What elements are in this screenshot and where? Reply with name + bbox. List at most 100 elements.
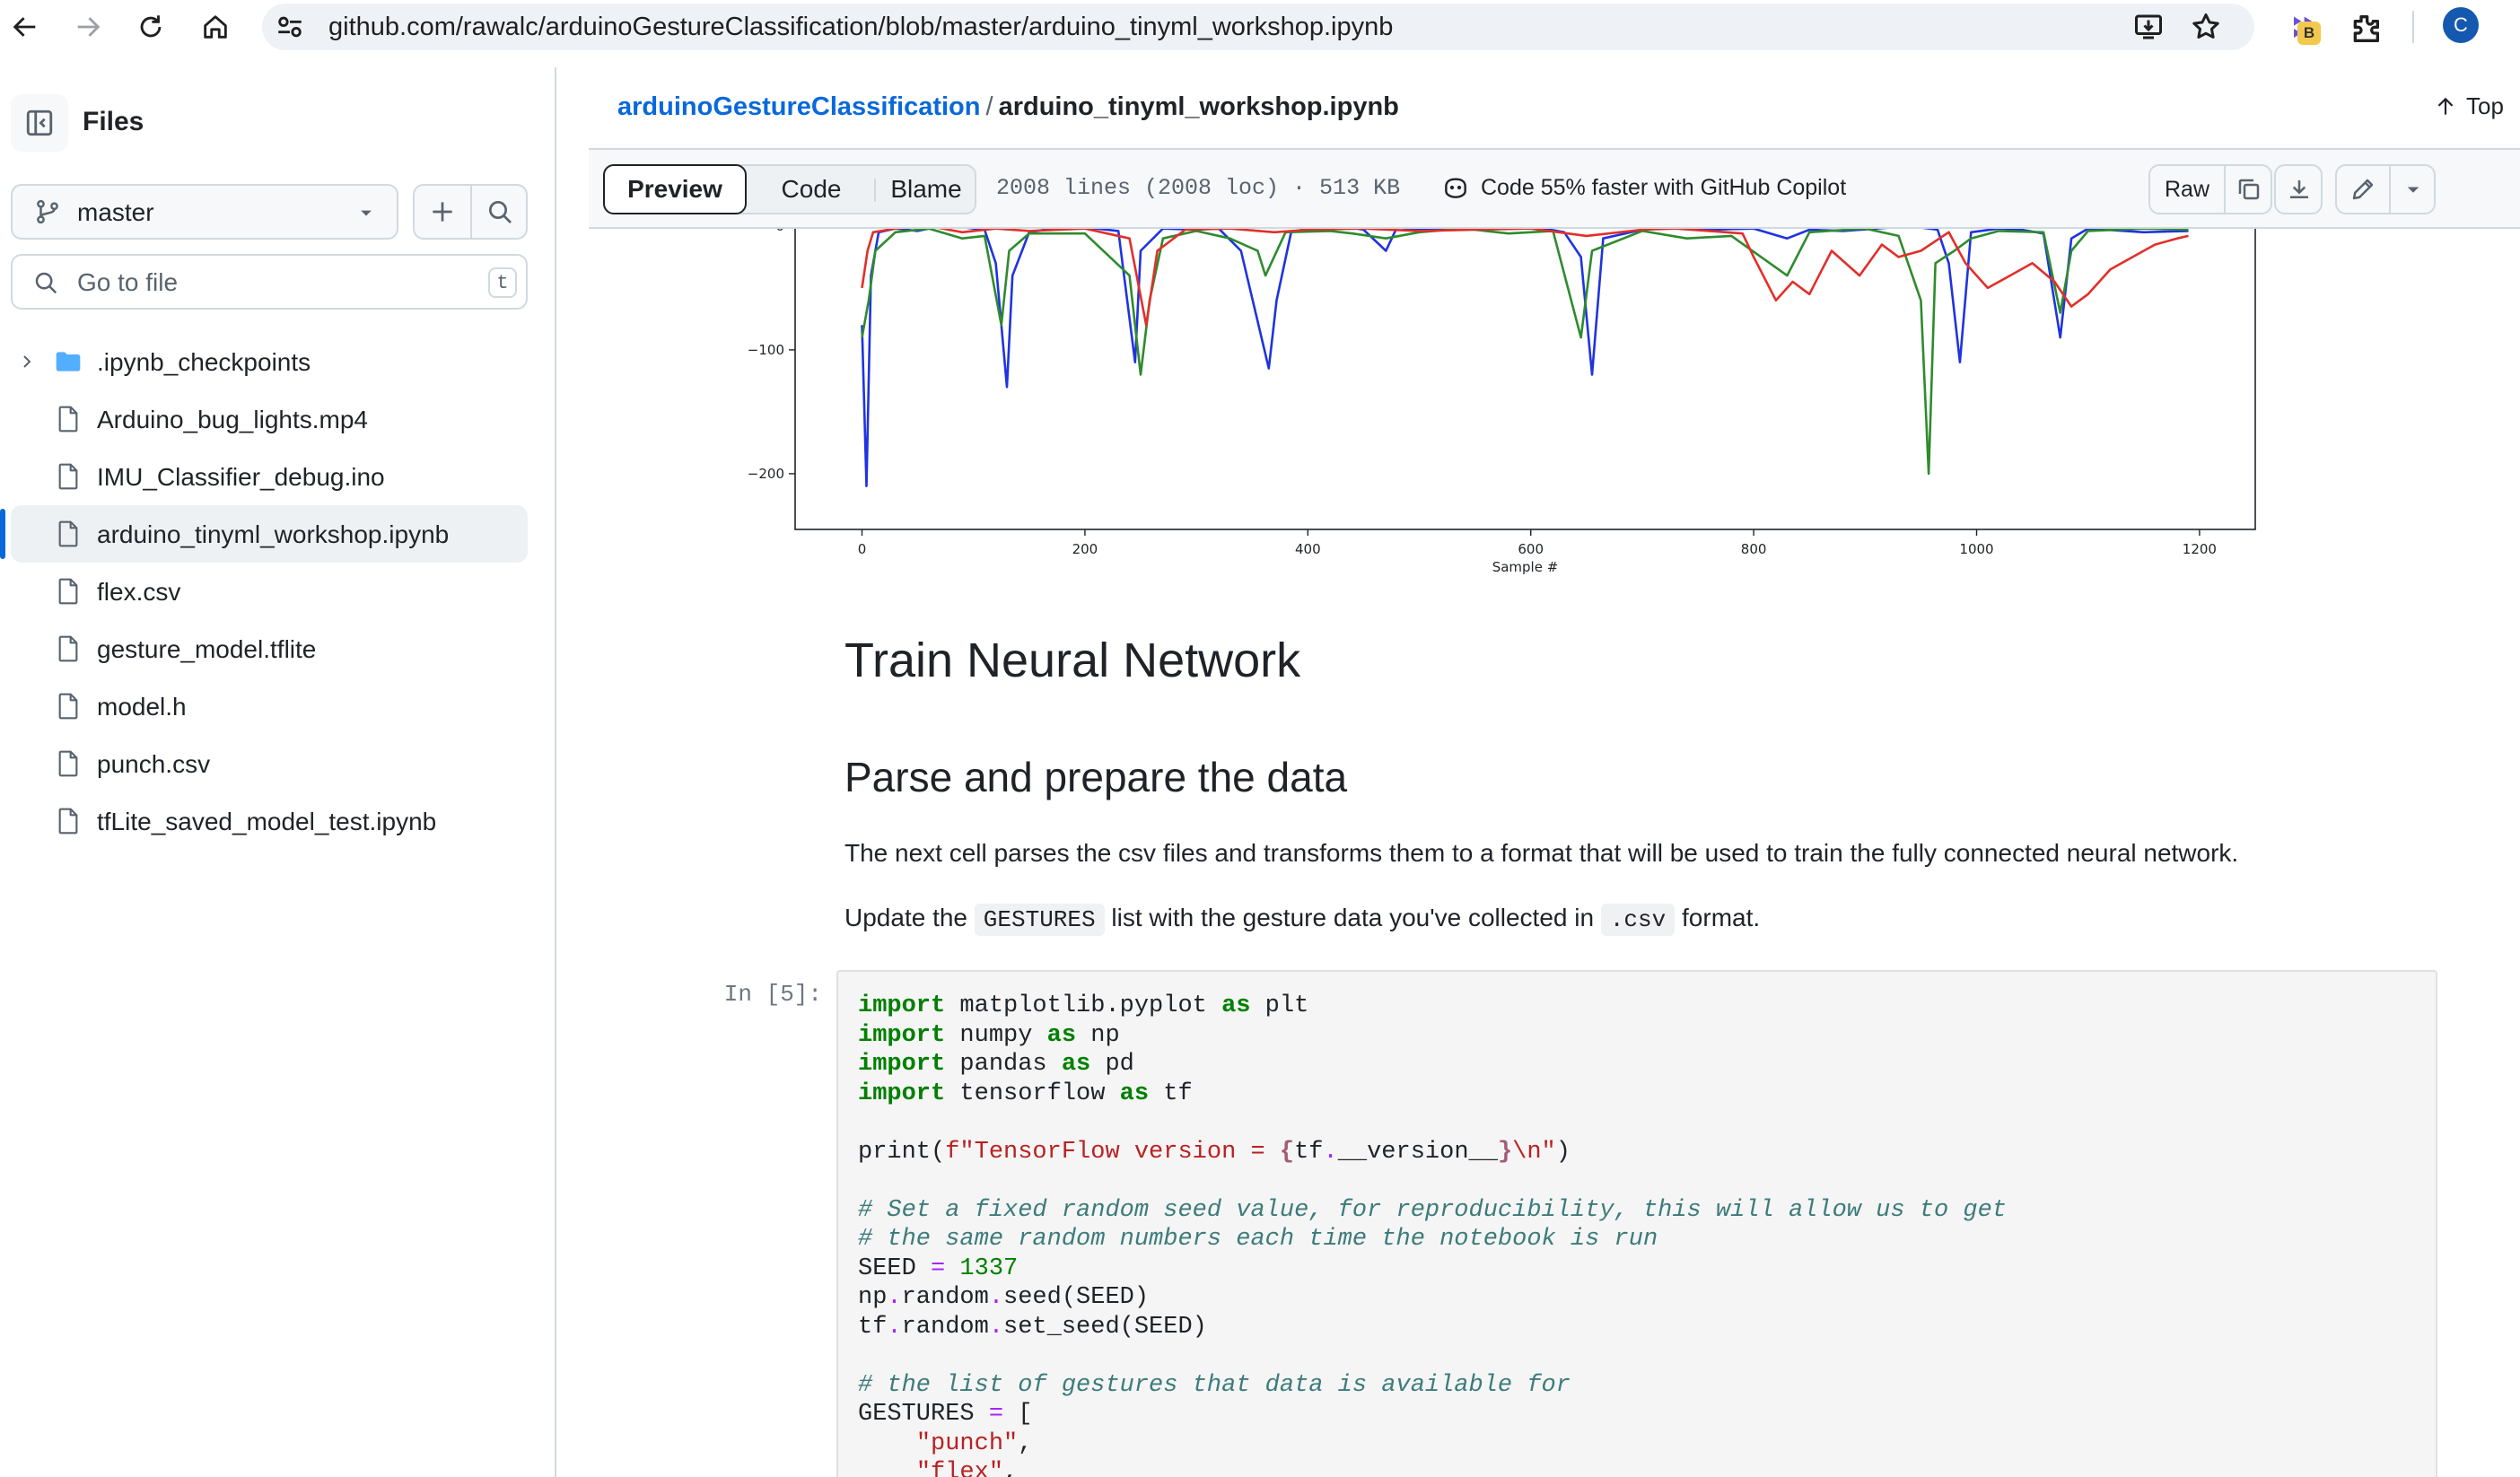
- code-token: tf: [1149, 1079, 1193, 1107]
- code-token: numpy: [945, 1021, 1047, 1049]
- home-icon: [204, 15, 227, 39]
- arrow-left-icon: [13, 17, 36, 37]
- tree-item-label: Arduino_bug_lights.mp4: [97, 406, 368, 433]
- x-tick-label: 600: [1518, 541, 1544, 557]
- branch-name: master: [77, 198, 154, 226]
- code-token: import: [858, 1079, 946, 1107]
- tree-item-arduino-bug-lights[interactable]: Arduino_bug_lights.mp4: [11, 390, 528, 448]
- code-block: import matplotlib.pyplot as plt import nu…: [858, 992, 2007, 1477]
- x-tick-label: 0: [858, 541, 867, 557]
- home-button[interactable]: [194, 5, 237, 48]
- edit-options-button[interactable]: [2391, 166, 2434, 213]
- git-branch-icon: [37, 199, 58, 224]
- code-line: # the list of gestures that data is avai…: [858, 1371, 2007, 1401]
- tree-item-flex-csv[interactable]: flex.csv: [11, 563, 528, 620]
- go-to-file-field[interactable]: t: [11, 254, 528, 310]
- code-token: as: [1119, 1079, 1150, 1107]
- tree-item-label: gesture_model.tflite: [97, 635, 317, 663]
- file-icon: [58, 463, 78, 490]
- top-label: Top: [2466, 92, 2504, 119]
- reload-button[interactable]: [129, 5, 172, 48]
- file-icon: [58, 406, 78, 433]
- notebook-view: 0 200 400 600 800 1000 1200 0 −100 −200 Sample # T…: [589, 229, 2520, 1477]
- y-tick-label: −100: [748, 342, 784, 358]
- install-app-icon[interactable]: [2132, 11, 2165, 43]
- copy-raw-button[interactable]: [2226, 166, 2271, 213]
- inline-code-gestures: GESTURES: [974, 904, 1105, 936]
- back-to-top-button[interactable]: Top: [2434, 92, 2504, 120]
- go-to-file-input[interactable]: [77, 265, 472, 301]
- code-line: "flex",: [858, 1458, 2007, 1477]
- file-icon: [58, 693, 78, 720]
- download-button[interactable]: [2276, 166, 2321, 213]
- breadcrumb: arduinoGestureClassification / arduino_tin…: [617, 92, 1399, 122]
- paragraph-text: Update the: [844, 904, 967, 931]
- back-button[interactable]: [4, 5, 47, 48]
- branch-selector[interactable]: master: [11, 184, 398, 240]
- code-token: .: [1323, 1138, 1338, 1166]
- code-token: tf: [1294, 1138, 1324, 1166]
- tree-item-label: arduino_tinyml_workshop.ipynb: [97, 520, 450, 548]
- code-token: "punch": [915, 1429, 1019, 1457]
- tab-blame[interactable]: Blame: [876, 164, 976, 214]
- tree-item-arduino-tinyml-workshop[interactable]: arduino_tinyml_workshop.ipynb: [0, 505, 528, 563]
- code-token: as: [1221, 992, 1251, 1019]
- raw-copy-download-group: Raw: [2148, 164, 2272, 214]
- raw-button[interactable]: Raw: [2150, 166, 2224, 213]
- section-heading-parse: Parse and prepare the data: [844, 754, 1348, 800]
- tree-item-imu-classifier[interactable]: IMU_Classifier_debug.ino: [11, 448, 528, 505]
- code-token: # Set a fixed random seed value, for rep…: [858, 1196, 2008, 1224]
- edit-file-button[interactable]: [2337, 166, 2389, 213]
- code-token: print(: [858, 1138, 946, 1166]
- profile-avatar[interactable]: C: [2443, 7, 2479, 43]
- search-icon: [489, 201, 512, 223]
- edit-group: [2335, 164, 2436, 214]
- folder-icon: [56, 352, 81, 371]
- forward-button[interactable]: [66, 5, 109, 48]
- breadcrumb-repo-link[interactable]: arduinoGestureClassification: [617, 92, 981, 121]
- code-line: print(f"TensorFlow version = {tf.__versi…: [858, 1138, 2007, 1167]
- pencil-icon: [2352, 179, 2374, 200]
- arrow-right-icon: [77, 17, 101, 37]
- search-code-button[interactable]: [472, 186, 526, 238]
- caret-down-icon: [2407, 187, 2419, 193]
- x-axis-label: Sample #: [1492, 559, 1559, 575]
- browser-toolbar: github.com/rawalc/arduinoGestureClassifi…: [0, 0, 2520, 54]
- tree-item-tflite-saved-model-test[interactable]: tfLite_saved_model_test.ipynb: [11, 792, 528, 850]
- tab-preview[interactable]: Preview: [603, 164, 747, 214]
- code-token: import: [858, 992, 946, 1019]
- toolbar-divider: [2412, 11, 2414, 43]
- code-token: tf: [858, 1313, 888, 1341]
- file-icon: [58, 635, 78, 662]
- extension-badge: B: [2297, 22, 2321, 45]
- copilot-promo-link[interactable]: Code 55% faster with GitHub Copilot: [1441, 173, 1846, 202]
- puzzle-icon[interactable]: [2348, 11, 2384, 47]
- series-line-2: [861, 229, 2189, 327]
- x-tick-label: 1000: [1959, 541, 1993, 557]
- tree-item-ipynb-checkpoints[interactable]: .ipynb_checkpoints: [11, 333, 528, 390]
- address-bar[interactable]: github.com/rawalc/arduinoGestureClassifi…: [262, 4, 2254, 50]
- code-token: as: [1046, 1021, 1077, 1049]
- bookmark-star-icon[interactable]: [2190, 11, 2222, 43]
- tree-item-gesture-model[interactable]: gesture_model.tflite: [11, 620, 528, 677]
- chevron-right-icon[interactable]: [16, 351, 38, 372]
- tab-code[interactable]: Code: [748, 164, 874, 214]
- add-file-button[interactable]: [415, 186, 470, 238]
- address-url[interactable]: github.com/rawalc/arduinoGestureClassifi…: [328, 13, 1393, 42]
- keyboard-shortcut-hint: t: [488, 267, 517, 298]
- collapse-sidebar-button[interactable]: [11, 94, 68, 152]
- file-header: arduinoGestureClassification / arduino_tin…: [589, 67, 2520, 148]
- tree-item-label: .ipynb_checkpoints: [97, 348, 311, 376]
- file-stats: 2008 lines (2008 loc) · 513 KB: [996, 175, 1401, 201]
- site-settings-icon[interactable]: [275, 12, 305, 42]
- code-line: "punch",: [858, 1429, 2007, 1459]
- code-token: ,: [1018, 1429, 1033, 1457]
- tree-item-punch-csv[interactable]: punch.csv: [11, 735, 528, 792]
- code-line: import pandas as pd: [858, 1050, 2007, 1079]
- tree-item-model-h[interactable]: model.h: [11, 677, 528, 735]
- code-token: random: [901, 1284, 989, 1311]
